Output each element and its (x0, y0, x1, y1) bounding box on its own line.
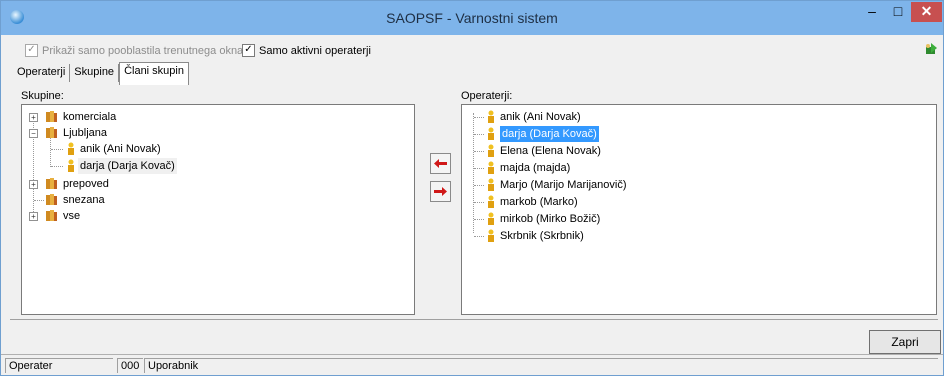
expand-icon[interactable]: + (29, 180, 38, 189)
group-icon (46, 194, 57, 205)
group-icon (46, 178, 57, 189)
user-icon (488, 195, 494, 208)
groups-label: Skupine: (21, 90, 64, 102)
collapse-icon[interactable]: − (29, 129, 38, 138)
title-bar[interactable]: SAOPSF - Varnostni sistem – □ ✕ (1, 1, 943, 35)
operator-item[interactable]: Marjo (Marijo Marijanovič) (462, 177, 862, 193)
user-icon (488, 212, 494, 225)
checkbox-box: ✓ (25, 44, 38, 57)
tab-clani-skupin[interactable]: Člani skupin (119, 62, 189, 85)
tree-node-group[interactable]: + prepoved (22, 176, 322, 192)
status-bar: Operater 000 Uporabnik (1, 354, 943, 376)
operator-label: majda (majda) (500, 162, 571, 174)
show-current-window-checkbox[interactable]: ✓ Prikaži samo pooblastila trenutnega ok… (25, 44, 243, 57)
group-label: prepoved (63, 178, 109, 190)
tree-node-group[interactable]: + komerciala (22, 109, 322, 125)
group-label: komerciala (63, 111, 117, 123)
active-only-checkbox[interactable]: ✓ Samo aktivni operaterji (242, 44, 371, 57)
operator-item[interactable]: anik (Ani Novak) (462, 109, 862, 125)
move-left-button[interactable] (430, 153, 451, 174)
move-right-button[interactable] (430, 181, 451, 202)
exit-icon[interactable] (924, 42, 938, 56)
show-current-window-label: Prikaži samo pooblastila trenutnega okna (42, 44, 244, 57)
separator (10, 319, 938, 320)
active-only-label: Samo aktivni operaterji (259, 44, 371, 57)
user-icon (68, 159, 74, 172)
group-icon (46, 127, 57, 138)
member-label: anik (Ani Novak) (80, 143, 161, 155)
tab-operaterji[interactable]: Operaterji (13, 64, 71, 82)
user-icon (488, 229, 494, 242)
tree-node-group[interactable]: − Ljubljana (22, 125, 322, 141)
user-icon (488, 127, 494, 140)
tab-strip: Operaterji Skupine Člani skupin (13, 62, 189, 85)
expand-icon[interactable]: + (29, 113, 38, 122)
user-icon (488, 144, 494, 157)
operator-item[interactable]: mirkob (Mirko Božič) (462, 211, 862, 227)
group-label: Ljubljana (63, 127, 108, 139)
user-icon (488, 178, 494, 191)
operator-label: darja (Darja Kovač) (500, 126, 599, 142)
groups-tree[interactable]: + komerciala − Ljubljana anik (Ani Novak… (21, 104, 415, 315)
operator-label: anik (Ani Novak) (500, 111, 581, 123)
tree-node-member[interactable]: anik (Ani Novak) (22, 141, 322, 157)
operator-label: Skrbnik (Skrbnik) (500, 230, 584, 242)
arrow-left-icon (434, 159, 447, 168)
tree-node-group[interactable]: + vse (22, 208, 322, 224)
status-field-code: 000 (117, 358, 143, 373)
operator-item[interactable]: majda (majda) (462, 160, 862, 176)
maximize-button[interactable]: □ (885, 2, 911, 22)
checkbox-box: ✓ (242, 44, 255, 57)
arrow-right-icon (434, 187, 447, 196)
member-label: darja (Darja Kovač) (78, 158, 177, 174)
group-icon (46, 210, 57, 221)
close-button[interactable]: Zapri (869, 330, 941, 354)
group-label: vse (63, 210, 81, 222)
user-icon (488, 110, 494, 123)
operator-label: Marjo (Marijo Marijanovič) (500, 179, 627, 191)
user-icon (68, 142, 74, 155)
status-field-user: Uporabnik (144, 358, 938, 373)
close-window-button[interactable]: ✕ (911, 2, 942, 22)
operator-item[interactable]: Skrbnik (Skrbnik) (462, 228, 862, 244)
operators-label: Operaterji: (461, 90, 513, 102)
operator-item[interactable]: markob (Marko) (462, 194, 862, 210)
main-window: SAOPSF - Varnostni sistem – □ ✕ ✓ Prikaž… (0, 0, 944, 376)
operator-label: markob (Marko) (500, 196, 578, 208)
group-label: snezana (63, 194, 105, 206)
operator-item[interactable]: darja (Darja Kovač) (462, 126, 862, 142)
operator-label: mirkob (Mirko Božič) (500, 213, 601, 225)
status-field-type: Operater (5, 358, 113, 373)
operator-label: Elena (Elena Novak) (500, 145, 601, 157)
operators-tree[interactable]: anik (Ani Novak) darja (Darja Kovač) Elena… (461, 104, 937, 315)
operator-item[interactable]: Elena (Elena Novak) (462, 143, 862, 159)
expand-icon[interactable]: + (29, 212, 38, 221)
user-icon (488, 161, 494, 174)
tree-node-group[interactable]: snezana (22, 192, 322, 208)
window-title: SAOPSF - Varnostni sistem (386, 10, 558, 26)
tab-skupine[interactable]: Skupine (70, 64, 120, 82)
tree-node-member[interactable]: darja (Darja Kovač) (22, 158, 322, 174)
minimize-button[interactable]: – (859, 2, 885, 22)
group-icon (46, 111, 57, 122)
